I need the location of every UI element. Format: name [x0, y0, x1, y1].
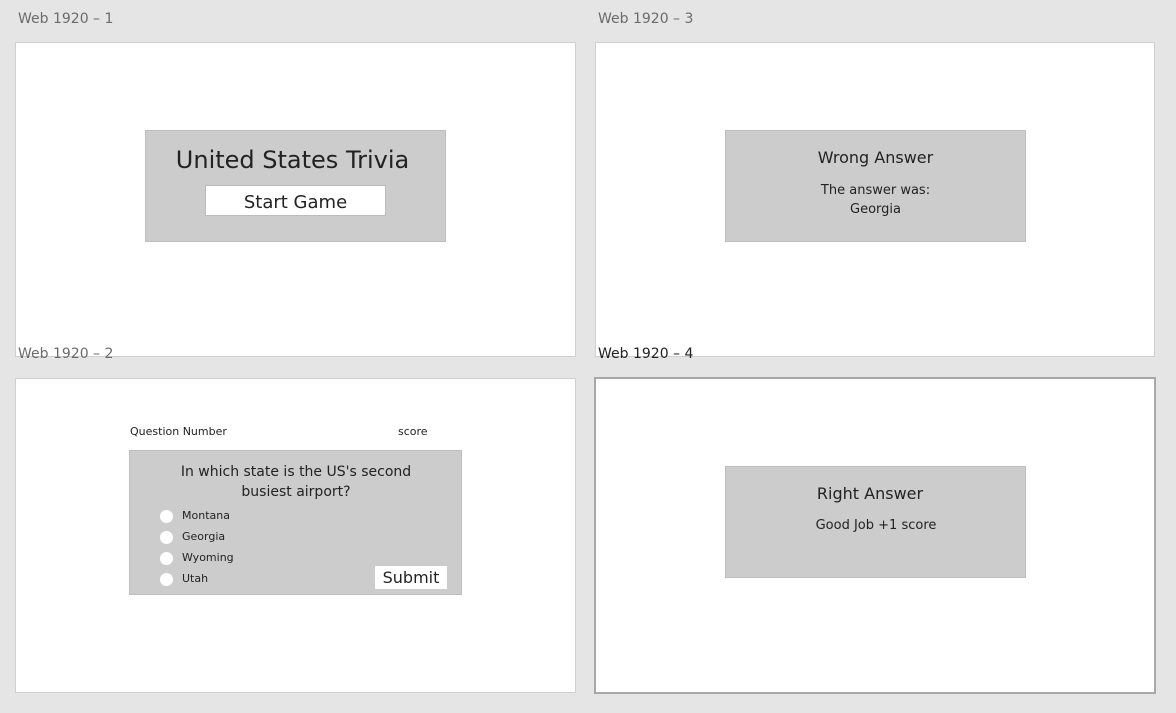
- radio-montana[interactable]: [160, 510, 173, 523]
- question-number-label: Question Number: [130, 425, 227, 438]
- correct-answer-text: Georgia: [850, 202, 901, 217]
- radio-georgia[interactable]: [160, 531, 173, 544]
- artboard-label-4[interactable]: Web 1920 – 4: [598, 346, 693, 362]
- score-message: Good Job +1 score: [815, 518, 937, 533]
- game-title: United States Trivia: [175, 146, 410, 174]
- radio-utah[interactable]: [160, 573, 173, 586]
- option-label[interactable]: Wyoming: [182, 551, 234, 564]
- radio-wyoming[interactable]: [160, 552, 173, 565]
- wrong-answer-title: Wrong Answer: [817, 148, 934, 167]
- option-label[interactable]: Utah: [182, 572, 208, 585]
- artboard-label-2[interactable]: Web 1920 – 2: [18, 346, 113, 362]
- question-line-1: In which state is the US's second: [180, 464, 412, 480]
- option-label[interactable]: Montana: [182, 509, 230, 522]
- start-game-button[interactable]: Start Game: [205, 185, 386, 216]
- artboard-label-1[interactable]: Web 1920 – 1: [18, 11, 113, 27]
- right-answer-title: Right Answer: [816, 484, 924, 503]
- artboard-label-3[interactable]: Web 1920 – 3: [598, 11, 693, 27]
- submit-button[interactable]: Submit: [375, 566, 447, 589]
- score-label: score: [398, 425, 428, 438]
- answer-was-text: The answer was:: [820, 183, 931, 198]
- option-label[interactable]: Georgia: [182, 530, 225, 543]
- question-line-2: busiest airport?: [241, 484, 351, 500]
